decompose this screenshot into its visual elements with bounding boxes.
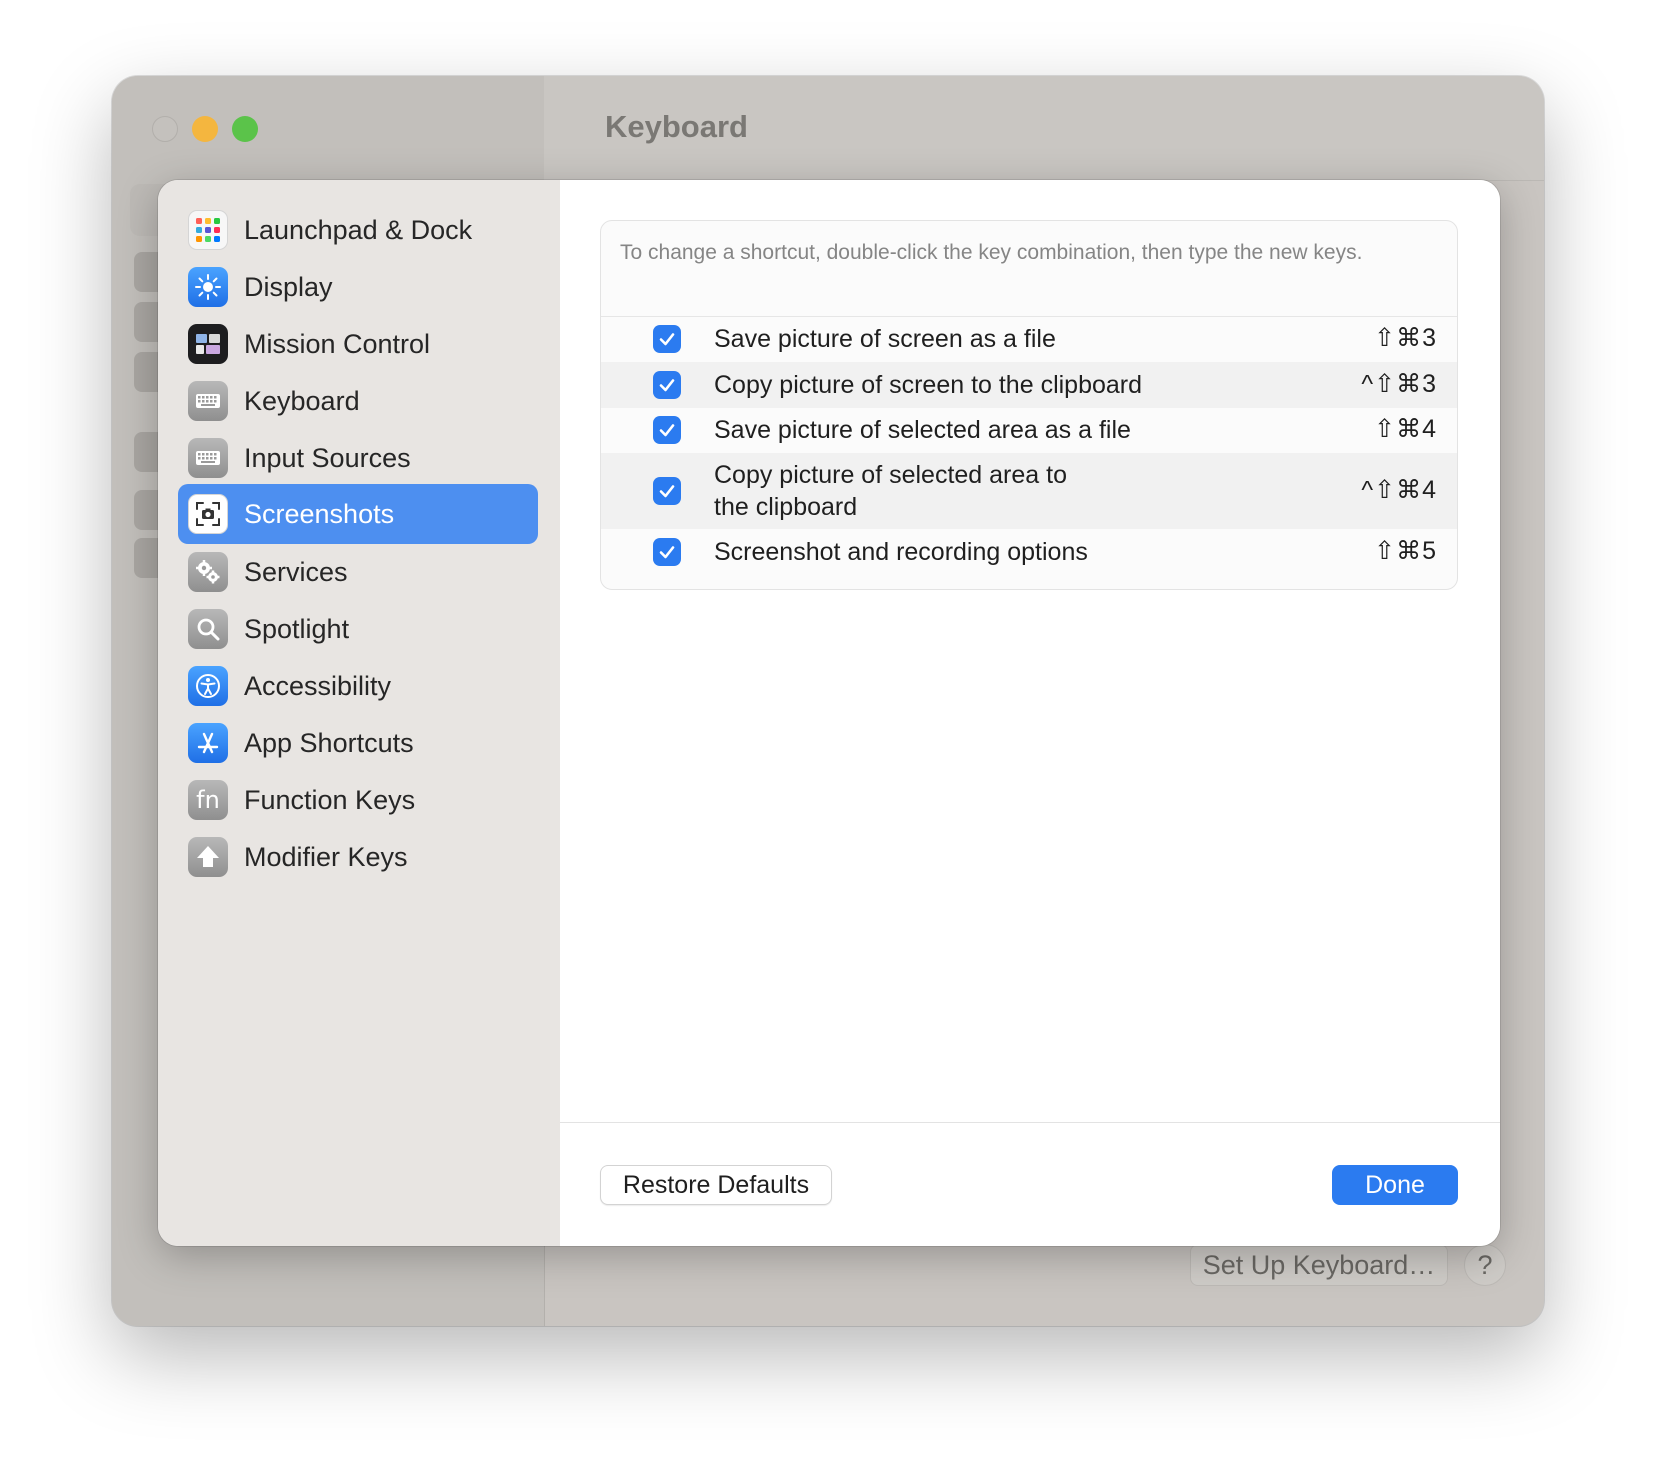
- shortcut-keys[interactable]: ^⇧⌘4: [1361, 475, 1437, 505]
- sidebar-item-label: Input Sources: [244, 442, 411, 473]
- window-close-button[interactable]: [152, 116, 178, 142]
- sidebar-item-launchpad-dock[interactable]: Launchpad & Dock: [178, 200, 538, 260]
- keyboard-shortcuts-sheet: Launchpad & Dock Display Mission Control…: [158, 180, 1500, 1246]
- window-zoom-button[interactable]: [232, 116, 258, 142]
- sidebar-item-accessibility[interactable]: Accessibility: [178, 656, 538, 716]
- help-button[interactable]: ?: [1464, 1244, 1506, 1286]
- screenshots-icon: [188, 494, 228, 534]
- sidebar-item-display[interactable]: Display: [178, 257, 538, 317]
- shortcut-row: Copy picture of screen to the clipboard …: [601, 362, 1457, 408]
- checkmark-icon: [659, 485, 675, 498]
- sidebar-item-label: Function Keys: [244, 784, 416, 815]
- sidebar-item-label: Spotlight: [244, 613, 350, 644]
- shortcut-label: Save picture of selected area as a file: [714, 416, 1131, 444]
- shortcut-keys[interactable]: ⇧⌘3: [1374, 323, 1437, 353]
- fn-key-icon: fn: [188, 780, 228, 820]
- sidebar-item-label: Display: [244, 271, 333, 302]
- shortcut-keys[interactable]: ⇧⌘4: [1374, 414, 1437, 444]
- shortcut-label-line2: the clipboard: [714, 493, 858, 521]
- shortcuts-content: To change a shortcut, double-click the k…: [560, 180, 1500, 1246]
- sidebar-item-function-keys[interactable]: fn Function Keys: [178, 770, 538, 830]
- accessibility-icon: [188, 666, 228, 706]
- window-title: Keyboard: [605, 109, 748, 144]
- checkmark-icon: [659, 424, 675, 437]
- shift-arrow-icon: [188, 837, 228, 877]
- shortcut-label: Copy picture of selected area to the cli…: [714, 459, 1067, 523]
- done-button[interactable]: Done: [1332, 1165, 1458, 1205]
- sidebar-item-app-shortcuts[interactable]: App Shortcuts: [178, 713, 538, 773]
- display-icon: [188, 267, 228, 307]
- shortcut-checkbox[interactable]: [653, 477, 681, 505]
- shortcut-label: Save picture of screen as a file: [714, 325, 1056, 353]
- shortcut-keys[interactable]: ⇧⌘5: [1374, 536, 1437, 566]
- shortcut-checkbox[interactable]: [653, 371, 681, 399]
- sidebar-item-label: Modifier Keys: [244, 841, 408, 872]
- app-store-icon: [188, 723, 228, 763]
- sidebar-item-keyboard[interactable]: Keyboard: [178, 371, 538, 431]
- sidebar-item-label: Keyboard: [244, 385, 360, 416]
- checkmark-icon: [659, 333, 675, 346]
- sidebar-item-label: Screenshots: [244, 498, 395, 529]
- sidebar-item-label: Mission Control: [244, 328, 431, 359]
- fn-glyph: fn: [196, 786, 220, 814]
- mission-control-icon: [188, 324, 228, 364]
- sidebar-item-mission-control[interactable]: Mission Control: [178, 314, 538, 374]
- sidebar-item-label: Services: [244, 556, 348, 587]
- shortcuts-sidebar: Launchpad & Dock Display Mission Control…: [158, 180, 561, 1246]
- sidebar-item-services[interactable]: Services: [178, 542, 538, 602]
- checkmark-icon: [659, 546, 675, 559]
- shortcut-label: Screenshot and recording options: [714, 538, 1088, 566]
- shortcut-label-line1: Copy picture of selected area to: [714, 461, 1067, 489]
- spotlight-magnifier-icon: [188, 609, 228, 649]
- footer-divider: [560, 1122, 1500, 1123]
- launchpad-icon: [188, 210, 228, 250]
- sidebar-item-label: Launchpad & Dock: [244, 214, 473, 245]
- shortcut-row: Screenshot and recording options ⇧⌘5: [601, 529, 1457, 575]
- checkmark-icon: [659, 379, 675, 392]
- sidebar-item-modifier-keys[interactable]: Modifier Keys: [178, 827, 538, 887]
- sidebar-item-label: App Shortcuts: [244, 727, 414, 758]
- shortcut-hint-text: To change a shortcut, double-click the k…: [620, 241, 1363, 264]
- shortcut-row: Save picture of selected area as a file …: [601, 408, 1457, 453]
- window-minimize-button[interactable]: [192, 116, 218, 142]
- shortcut-keys[interactable]: ^⇧⌘3: [1361, 369, 1437, 399]
- shortcut-row: Save picture of screen as a file ⇧⌘3: [601, 317, 1457, 362]
- sidebar-item-input-sources[interactable]: Input Sources: [178, 428, 538, 488]
- keyboard-icon: [188, 381, 228, 421]
- input-sources-icon: [188, 438, 228, 478]
- sidebar-item-screenshots[interactable]: Screenshots: [178, 484, 538, 544]
- shortcut-checkbox[interactable]: [653, 325, 681, 353]
- restore-defaults-button[interactable]: Restore Defaults: [600, 1165, 832, 1205]
- sidebar-item-spotlight[interactable]: Spotlight: [178, 599, 538, 659]
- shortcut-checkbox[interactable]: [653, 538, 681, 566]
- shortcut-row: Copy picture of selected area to the cli…: [601, 453, 1457, 529]
- shortcut-label: Copy picture of screen to the clipboard: [714, 371, 1143, 399]
- shortcuts-list-panel: To change a shortcut, double-click the k…: [600, 220, 1458, 590]
- sidebar-item-label: Accessibility: [244, 670, 392, 701]
- services-gears-icon: [188, 552, 228, 592]
- set-up-keyboard-button[interactable]: Set Up Keyboard…: [1190, 1244, 1448, 1286]
- shortcut-checkbox[interactable]: [653, 416, 681, 444]
